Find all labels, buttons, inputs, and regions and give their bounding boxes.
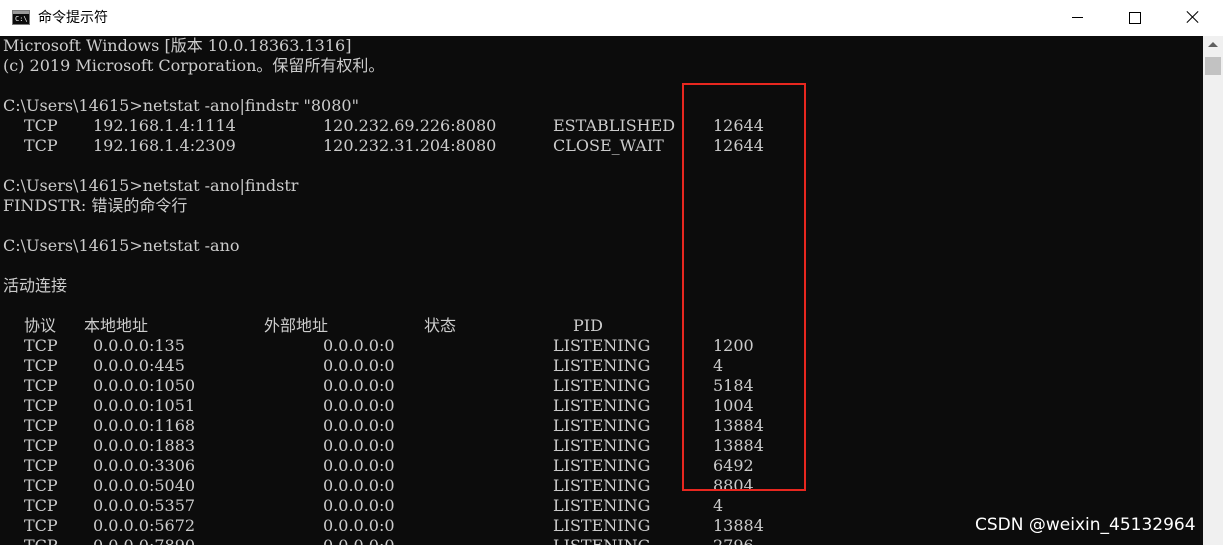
cell-proto: TCP (24, 516, 58, 535)
header-pid: PID (573, 316, 603, 335)
cell-proto: TCP (24, 116, 58, 135)
cell-pid: 13884 (713, 416, 764, 435)
cell-local: 0.0.0.0:1051 (93, 396, 196, 415)
cell-local: 0.0.0.0:3306 (93, 456, 196, 475)
vertical-scrollbar[interactable] (1203, 36, 1223, 545)
cell-state: CLOSE_WAIT (553, 136, 664, 155)
cell-foreign: 0.0.0.0:0 (323, 376, 395, 395)
header-proto: 协议 (24, 316, 57, 335)
cell-foreign: 0.0.0.0:0 (323, 516, 395, 535)
cell-state: LISTENING (553, 376, 651, 395)
cell-proto: TCP (24, 336, 58, 355)
cell-pid: 6492 (713, 456, 754, 475)
cell-foreign: 0.0.0.0:0 (323, 356, 395, 375)
console-line: C:\Users\14615>netstat -ano|findstr (3, 176, 299, 195)
console-line: FINDSTR: 错误的命令行 (3, 196, 188, 215)
cell-pid: 13884 (713, 516, 764, 535)
cell-foreign: 0.0.0.0:0 (323, 436, 395, 455)
cmd-window: C:\ 命令提示符 Microsoft Windows [版本 10.0.183… (0, 0, 1223, 545)
header-local: 本地地址 (84, 316, 149, 335)
console-line: C:\Users\14615>netstat -ano|findstr "808… (3, 96, 359, 115)
cell-local: 192.168.1.4:1114 (93, 116, 236, 135)
minimize-icon (1072, 17, 1083, 18)
cell-state: LISTENING (553, 356, 651, 375)
cell-state: LISTENING (553, 496, 651, 515)
cell-local: 0.0.0.0:1883 (93, 436, 196, 455)
console-line: Microsoft Windows [版本 10.0.18363.1316] (3, 36, 352, 55)
cell-local: 0.0.0.0:5040 (93, 476, 196, 495)
cell-state: LISTENING (553, 476, 651, 495)
cell-state: LISTENING (553, 336, 651, 355)
cell-foreign: 0.0.0.0:0 (323, 416, 395, 435)
cell-pid: 13884 (713, 436, 764, 455)
console-output[interactable]: Microsoft Windows [版本 10.0.18363.1316] (… (0, 36, 1203, 545)
cell-proto: TCP (24, 396, 58, 415)
cell-local: 0.0.0.0:5357 (93, 496, 196, 515)
scroll-thumb[interactable] (1205, 57, 1221, 75)
cell-pid: 5184 (713, 376, 754, 395)
cell-pid: 8804 (713, 476, 754, 495)
title-bar[interactable]: C:\ 命令提示符 (0, 0, 1223, 36)
cell-pid: 4 (713, 356, 724, 375)
cell-pid: 12644 (713, 136, 764, 155)
cell-foreign: 0.0.0.0:0 (323, 336, 395, 355)
scroll-up-button[interactable] (1203, 36, 1223, 54)
cmd-icon[interactable]: C:\ (12, 10, 30, 25)
cell-state: LISTENING (553, 396, 651, 415)
console-line: (c) 2019 Microsoft Corporation。保留所有权利。 (3, 56, 385, 75)
cell-proto: TCP (24, 356, 58, 375)
maximize-button[interactable] (1106, 0, 1164, 36)
cell-proto: TCP (24, 536, 58, 545)
cell-foreign: 0.0.0.0:0 (323, 476, 395, 495)
cell-foreign: 0.0.0.0:0 (323, 396, 395, 415)
minimize-button[interactable] (1048, 0, 1106, 36)
cell-pid: 2796 (713, 536, 754, 545)
header-state: 状态 (424, 316, 457, 335)
cell-proto: TCP (24, 376, 58, 395)
cell-pid: 4 (713, 496, 724, 515)
cell-proto: TCP (24, 136, 58, 155)
cell-pid: 1200 (713, 336, 754, 355)
chevron-up-icon (1208, 42, 1218, 47)
window-title: 命令提示符 (38, 10, 108, 26)
cell-local: 0.0.0.0:445 (93, 356, 185, 375)
cell-proto: TCP (24, 496, 58, 515)
close-icon (1186, 10, 1200, 24)
cell-state: ESTABLISHED (553, 116, 676, 135)
cell-foreign: 0.0.0.0:0 (323, 456, 395, 475)
cell-state: LISTENING (553, 436, 651, 455)
cell-foreign: 0.0.0.0:0 (323, 496, 395, 515)
watermark: CSDN @weixin_45132964 (975, 515, 1196, 535)
cell-state: LISTENING (553, 416, 651, 435)
cell-proto: TCP (24, 416, 58, 435)
cell-local: 0.0.0.0:7890 (93, 536, 195, 545)
console-line: 活动连接 (3, 276, 68, 295)
cell-pid: 12644 (713, 116, 764, 135)
cell-local: 0.0.0.0:135 (93, 336, 185, 355)
cell-pid: 1004 (713, 396, 754, 415)
cell-local: 0.0.0.0:1050 (93, 376, 196, 395)
cell-proto: TCP (24, 436, 58, 455)
close-button[interactable] (1164, 0, 1222, 36)
cell-foreign: 120.232.69.226:8080 (323, 116, 497, 135)
cell-state: LISTENING (553, 536, 650, 545)
cell-foreign: 0.0.0.0:0 (323, 536, 395, 545)
cell-local: 192.168.1.4:2309 (93, 136, 236, 155)
cell-local: 0.0.0.0:5672 (93, 516, 196, 535)
console-line: C:\Users\14615>netstat -ano (3, 236, 240, 255)
cell-state: LISTENING (553, 456, 651, 475)
cell-proto: TCP (24, 456, 58, 475)
header-foreign: 外部地址 (264, 316, 329, 335)
maximize-icon (1129, 12, 1141, 24)
cell-local: 0.0.0.0:1168 (93, 416, 196, 435)
cell-foreign: 120.232.31.204:8080 (323, 136, 497, 155)
cell-state: LISTENING (553, 516, 651, 535)
cell-proto: TCP (24, 476, 58, 495)
